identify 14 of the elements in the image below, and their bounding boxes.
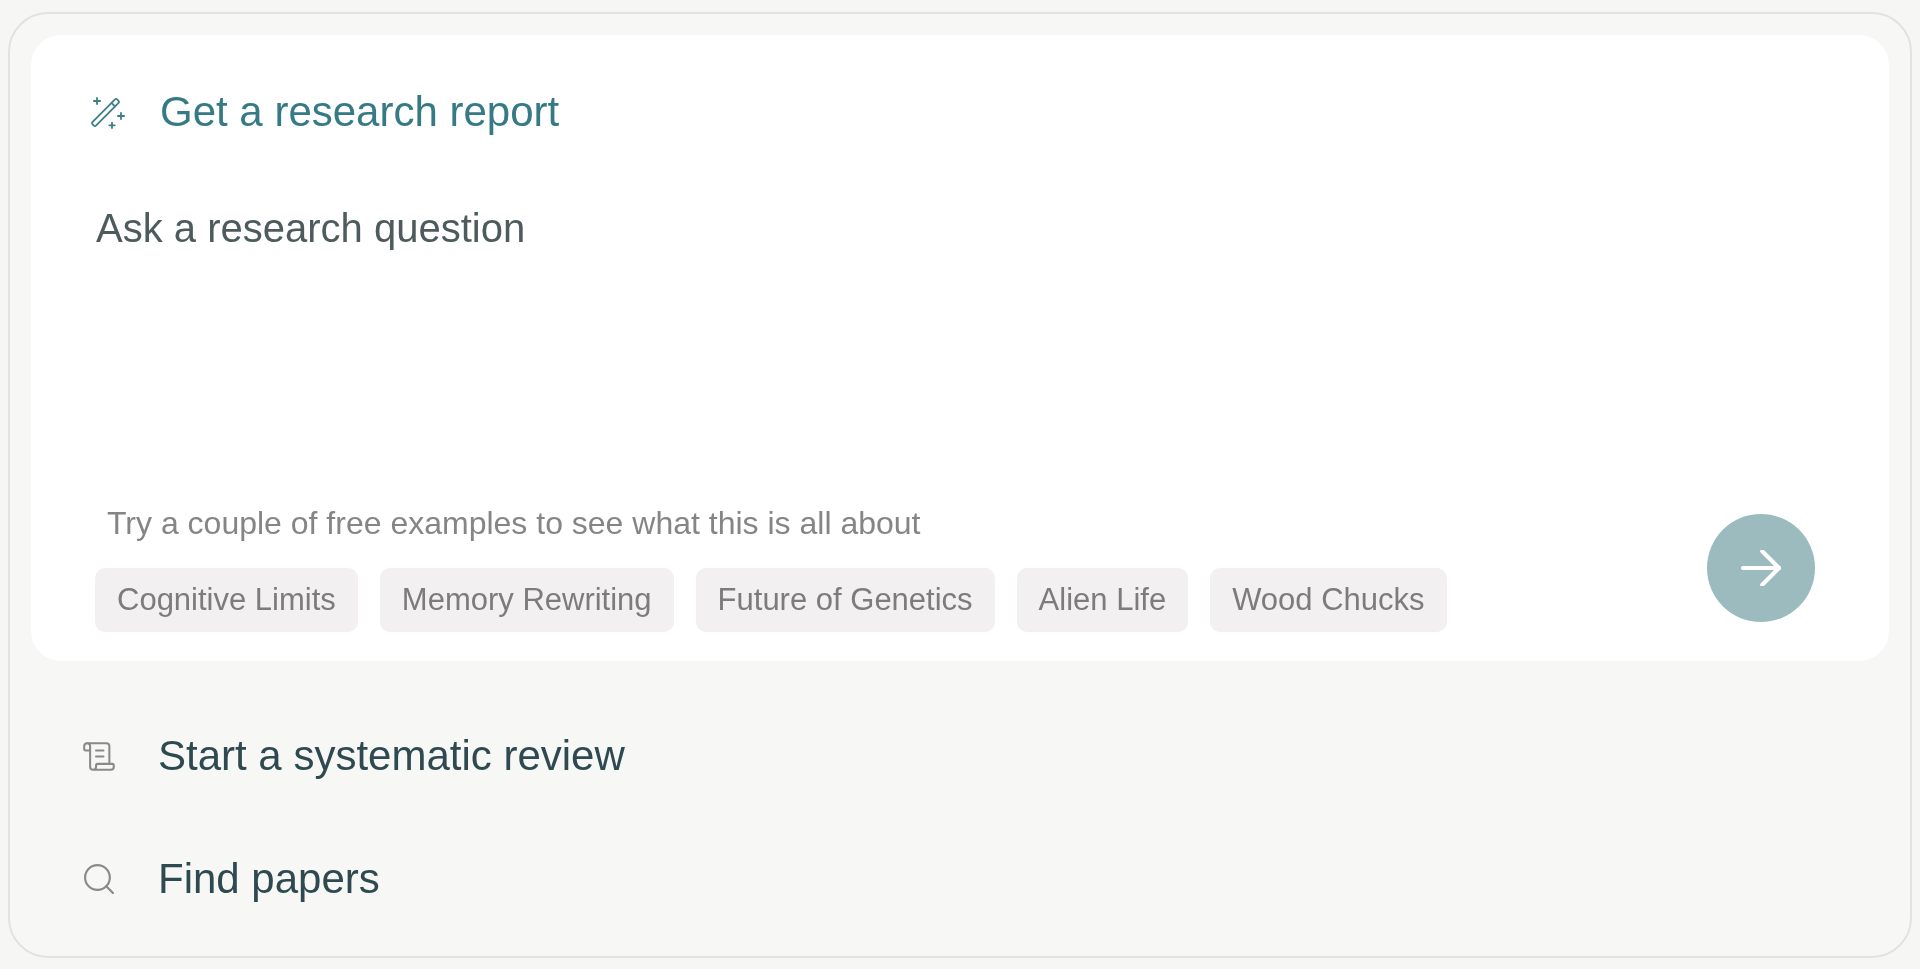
example-chip[interactable]: Future of Genetics: [695, 568, 995, 632]
example-chip[interactable]: Memory Rewriting: [379, 568, 674, 632]
scroll-icon: [83, 741, 115, 771]
option-item[interactable]: Start a systematic review: [83, 731, 625, 781]
search-icon: [84, 864, 114, 894]
example-chip[interactable]: Cognitive Limits: [95, 568, 358, 632]
question-composer[interactable]: Get a research report Ask a research question Try a couple of free examples to see what this is all about Cognitive Limits Memory Rewriting Future of Genetics Alien Life Wood Chucks: [31, 35, 1889, 661]
example-chip[interactable]: Wood Chucks: [1210, 568, 1447, 632]
card-title: Get a research report: [160, 87, 560, 137]
question-field[interactable]: Ask a research question: [89, 196, 1815, 486]
example-chip[interactable]: Alien Life: [1016, 568, 1189, 632]
examples-hint: Try a couple of free examples to see what this is all about: [106, 504, 922, 542]
magic-wand-icon: [89, 97, 127, 129]
option-item[interactable]: Find papers: [83, 854, 380, 904]
